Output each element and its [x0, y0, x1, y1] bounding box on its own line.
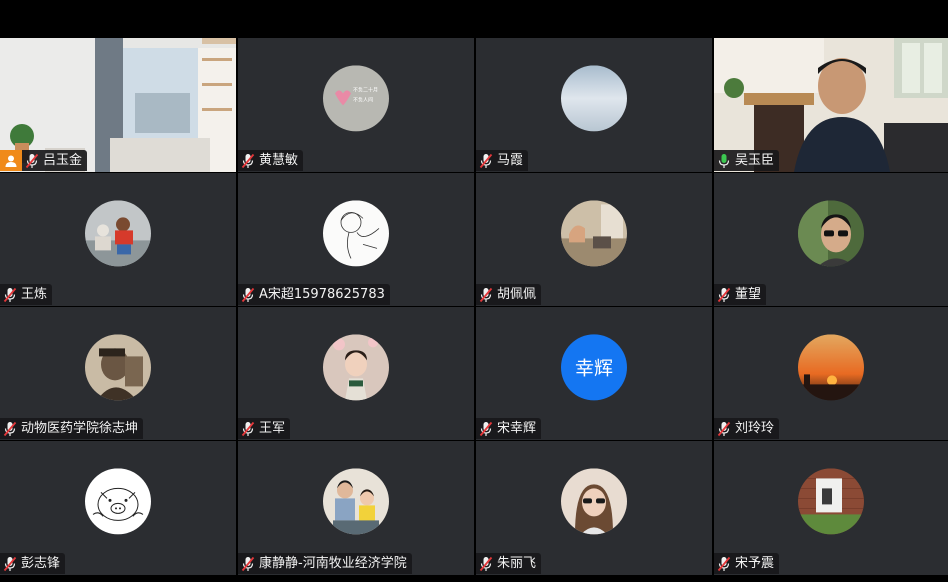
participant-tile[interactable]: 朱丽飞 — [476, 441, 712, 575]
participant-name: 康静静-河南牧业经济学院 — [259, 556, 407, 571]
participant-avatar — [798, 199, 864, 266]
participant-tile[interactable]: 幸辉宋幸辉 — [476, 307, 712, 440]
participant-name: 彭志锋 — [21, 556, 61, 571]
participant-name-label: 吴玉臣 — [714, 150, 780, 171]
participant-avatar — [561, 199, 627, 266]
participant-name: 吴玉臣 — [735, 153, 775, 168]
mic-muted-icon — [241, 153, 255, 168]
participant-name: 吕玉金 — [43, 153, 83, 168]
participant-avatar — [323, 468, 389, 535]
participant-avatar — [798, 333, 864, 400]
participant-name: 宋幸辉 — [497, 421, 537, 436]
mic-muted-icon — [717, 287, 731, 302]
participant-name-label: 马霞 — [476, 150, 529, 171]
mic-on-icon — [718, 153, 730, 168]
svg-text:不负人间: 不负人间 — [353, 96, 373, 103]
participant-avatar — [85, 468, 151, 535]
participant-name: 胡佩佩 — [497, 287, 537, 302]
participant-name: A宋超15978625783 — [259, 287, 385, 302]
participant-name-label: A宋超15978625783 — [238, 284, 390, 305]
participant-name-label: 王炼 — [0, 284, 53, 305]
participant-name-label: 王军 — [238, 418, 291, 439]
top-bar — [0, 0, 948, 38]
mic-muted-icon — [241, 421, 255, 436]
participant-name-label: 董望 — [714, 284, 767, 305]
mic-muted-icon — [241, 287, 255, 302]
participant-tile[interactable]: 宋予震 — [714, 441, 948, 575]
participant-name-label: 胡佩佩 — [476, 284, 542, 305]
participant-tile[interactable]: 马霞 — [476, 38, 712, 172]
participant-name-label: 宋予震 — [714, 553, 780, 574]
participant-tile[interactable]: 胡佩佩 — [476, 173, 712, 306]
bottom-bar — [0, 576, 948, 582]
participant-tile[interactable]: 彭志锋 — [0, 441, 236, 575]
participant-name: 朱丽飞 — [497, 556, 537, 571]
participant-name: 马霞 — [497, 153, 524, 168]
participant-avatar — [85, 333, 151, 400]
participant-tile[interactable]: 康静静-河南牧业经济学院 — [238, 441, 474, 575]
participant-name: 宋予震 — [735, 556, 775, 571]
participant-name-label: 吕玉金 — [22, 150, 88, 171]
mic-muted-icon — [3, 287, 17, 302]
participant-name-label: 宋幸辉 — [476, 418, 542, 439]
participant-name-label: 刘玲玲 — [714, 418, 780, 439]
mic-muted-icon — [479, 287, 493, 302]
participant-tile[interactable]: 董望 — [714, 173, 948, 306]
participant-name-label: 康静静-河南牧业经济学院 — [238, 553, 412, 574]
participant-tile[interactable]: 不负二十月不负人间黄慧敏 — [238, 38, 474, 172]
participant-name-label: 彭志锋 — [0, 553, 66, 574]
participant-name-label: 朱丽飞 — [476, 553, 542, 574]
mic-muted-icon — [3, 421, 17, 436]
participant-tile[interactable]: 王炼 — [0, 173, 236, 306]
mic-muted-icon — [479, 556, 493, 571]
mic-muted-icon — [717, 556, 731, 571]
participant-avatar — [561, 468, 627, 535]
participant-tile[interactable]: 王军 — [238, 307, 474, 440]
mic-muted-icon — [25, 153, 39, 168]
participant-avatar — [798, 468, 864, 535]
participant-name: 刘玲玲 — [735, 421, 775, 436]
participant-name: 黄慧敏 — [259, 153, 299, 168]
mic-muted-icon — [717, 421, 731, 436]
participant-name: 动物医药学院徐志坤 — [21, 421, 139, 436]
mic-muted-icon — [479, 421, 493, 436]
video-grid: 吕玉金 不负二十月 不负人间 黄慧敏 马霞 吴玉臣 王炼 A宋超15978625783 胡佩佩董… — [0, 38, 948, 576]
participant-name-label: 黄慧敏 — [238, 150, 304, 171]
participant-avatar — [323, 199, 389, 266]
svg-text:不负二十月: 不负二十月 — [353, 86, 378, 93]
participant-tile[interactable]: 刘玲玲 — [714, 307, 948, 440]
host-icon — [0, 150, 22, 171]
participant-avatar — [323, 333, 389, 400]
participant-name: 王军 — [259, 421, 286, 436]
mic-muted-icon — [479, 153, 493, 168]
participant-tile[interactable]: 动物医药学院徐志坤 — [0, 307, 236, 440]
participant-tile[interactable]: 吕玉金 — [0, 38, 236, 172]
participant-tile[interactable]: A宋超15978625783 — [238, 173, 474, 306]
participant-avatar: 不负二十月 不负人间 — [323, 65, 389, 132]
participant-name: 董望 — [735, 287, 762, 302]
participant-avatar: 幸辉 — [561, 333, 627, 400]
mic-muted-icon — [241, 556, 255, 571]
participant-avatar — [85, 199, 151, 266]
participant-name: 王炼 — [21, 287, 48, 302]
participant-avatar — [561, 65, 627, 132]
mic-muted-icon — [3, 556, 17, 571]
participant-name-label: 动物医药学院徐志坤 — [0, 418, 144, 439]
participant-tile[interactable]: 吴玉臣 — [714, 38, 948, 172]
